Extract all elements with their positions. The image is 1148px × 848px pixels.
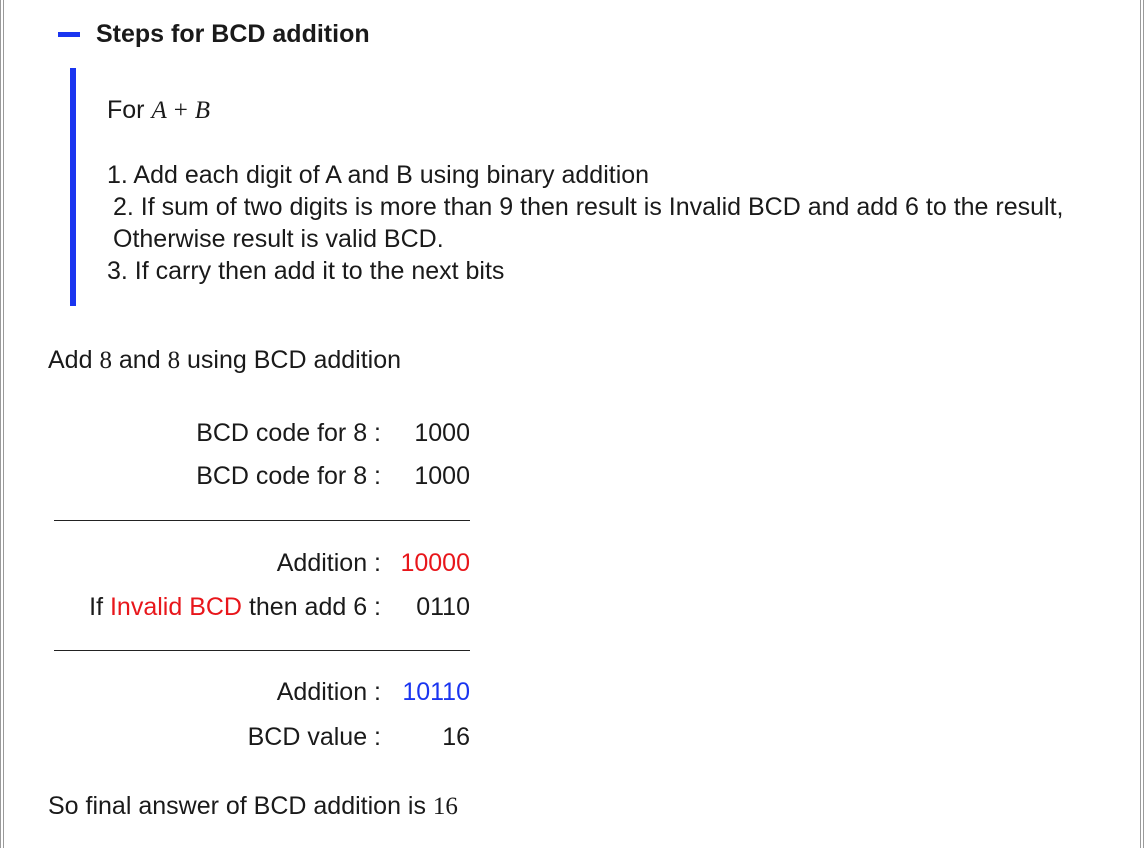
section-title: Steps for BCD addition (96, 19, 370, 48)
steps-accent-bar (70, 68, 76, 306)
final-answer: So final answer of BCD addition is 16 (48, 792, 458, 821)
calc-row-bcd-b: BCD code for 8 : 1000 (48, 462, 470, 494)
problem-b: 8 (167, 347, 181, 374)
expr-a: A (151, 97, 167, 124)
calc-label-correction: If Invalid BCD then add 6 : (89, 593, 381, 622)
calc-value: 0110 (416, 593, 470, 621)
divider-line (54, 520, 470, 521)
calc-row-bcd-value: BCD value : 16 (48, 723, 470, 755)
step-item-1: 1. Add each digit of A and B using binar… (107, 161, 650, 189)
problem-a: 8 (99, 347, 112, 374)
problem-suffix: using BCD addition (187, 346, 402, 374)
step-item-2: 2. If sum of two digits is more than 9 t… (113, 193, 1064, 253)
calc-value: 1000 (414, 419, 470, 447)
steps-box: For A + B 1. Add each digit of A and B u… (70, 68, 1120, 306)
label-prefix: If (89, 593, 104, 621)
final-value: 16 (432, 793, 458, 820)
expr-b: B (194, 97, 211, 124)
calc-row-correction: If Invalid BCD then add 6 : 0110 (48, 593, 470, 625)
for-expression: For A + B (107, 94, 210, 127)
calc-label: BCD code for 8 : (196, 462, 381, 490)
invalid-bcd-highlight: Invalid BCD (109, 593, 242, 621)
collapse-minus-icon[interactable] (58, 31, 80, 37)
label-suffix: then add 6 : (248, 593, 381, 621)
problem-mid: and (118, 346, 161, 374)
calc-label: Addition : (276, 549, 381, 577)
problem-statement: Add 8 and 8 using BCD addition (48, 346, 401, 375)
calc-row-result: Addition : 10110 (48, 678, 470, 710)
calc-row-addition: Addition : 10000 (48, 549, 470, 581)
calc-label: BCD value : (247, 723, 381, 751)
calc-label: BCD code for 8 : (196, 419, 381, 447)
calc-value-valid: 10110 (402, 678, 470, 706)
calc-label: Addition : (276, 678, 381, 706)
calc-value: 1000 (414, 462, 470, 490)
step-item-3: 3. If carry then add it to the next bits (107, 257, 505, 285)
steps-list: 1. Add each digit of A and B using binar… (107, 159, 1107, 287)
for-prefix: For (107, 96, 145, 124)
calc-value-invalid: 10000 (400, 549, 470, 577)
calc-value: 16 (442, 723, 470, 751)
expr-op: + (173, 97, 188, 124)
calc-row-bcd-a: BCD code for 8 : 1000 (48, 419, 470, 451)
divider-line (54, 650, 470, 651)
problem-prefix: Add (48, 346, 93, 374)
final-text: So final answer of BCD addition is (48, 792, 426, 820)
section-header: Steps for BCD addition (58, 18, 370, 50)
